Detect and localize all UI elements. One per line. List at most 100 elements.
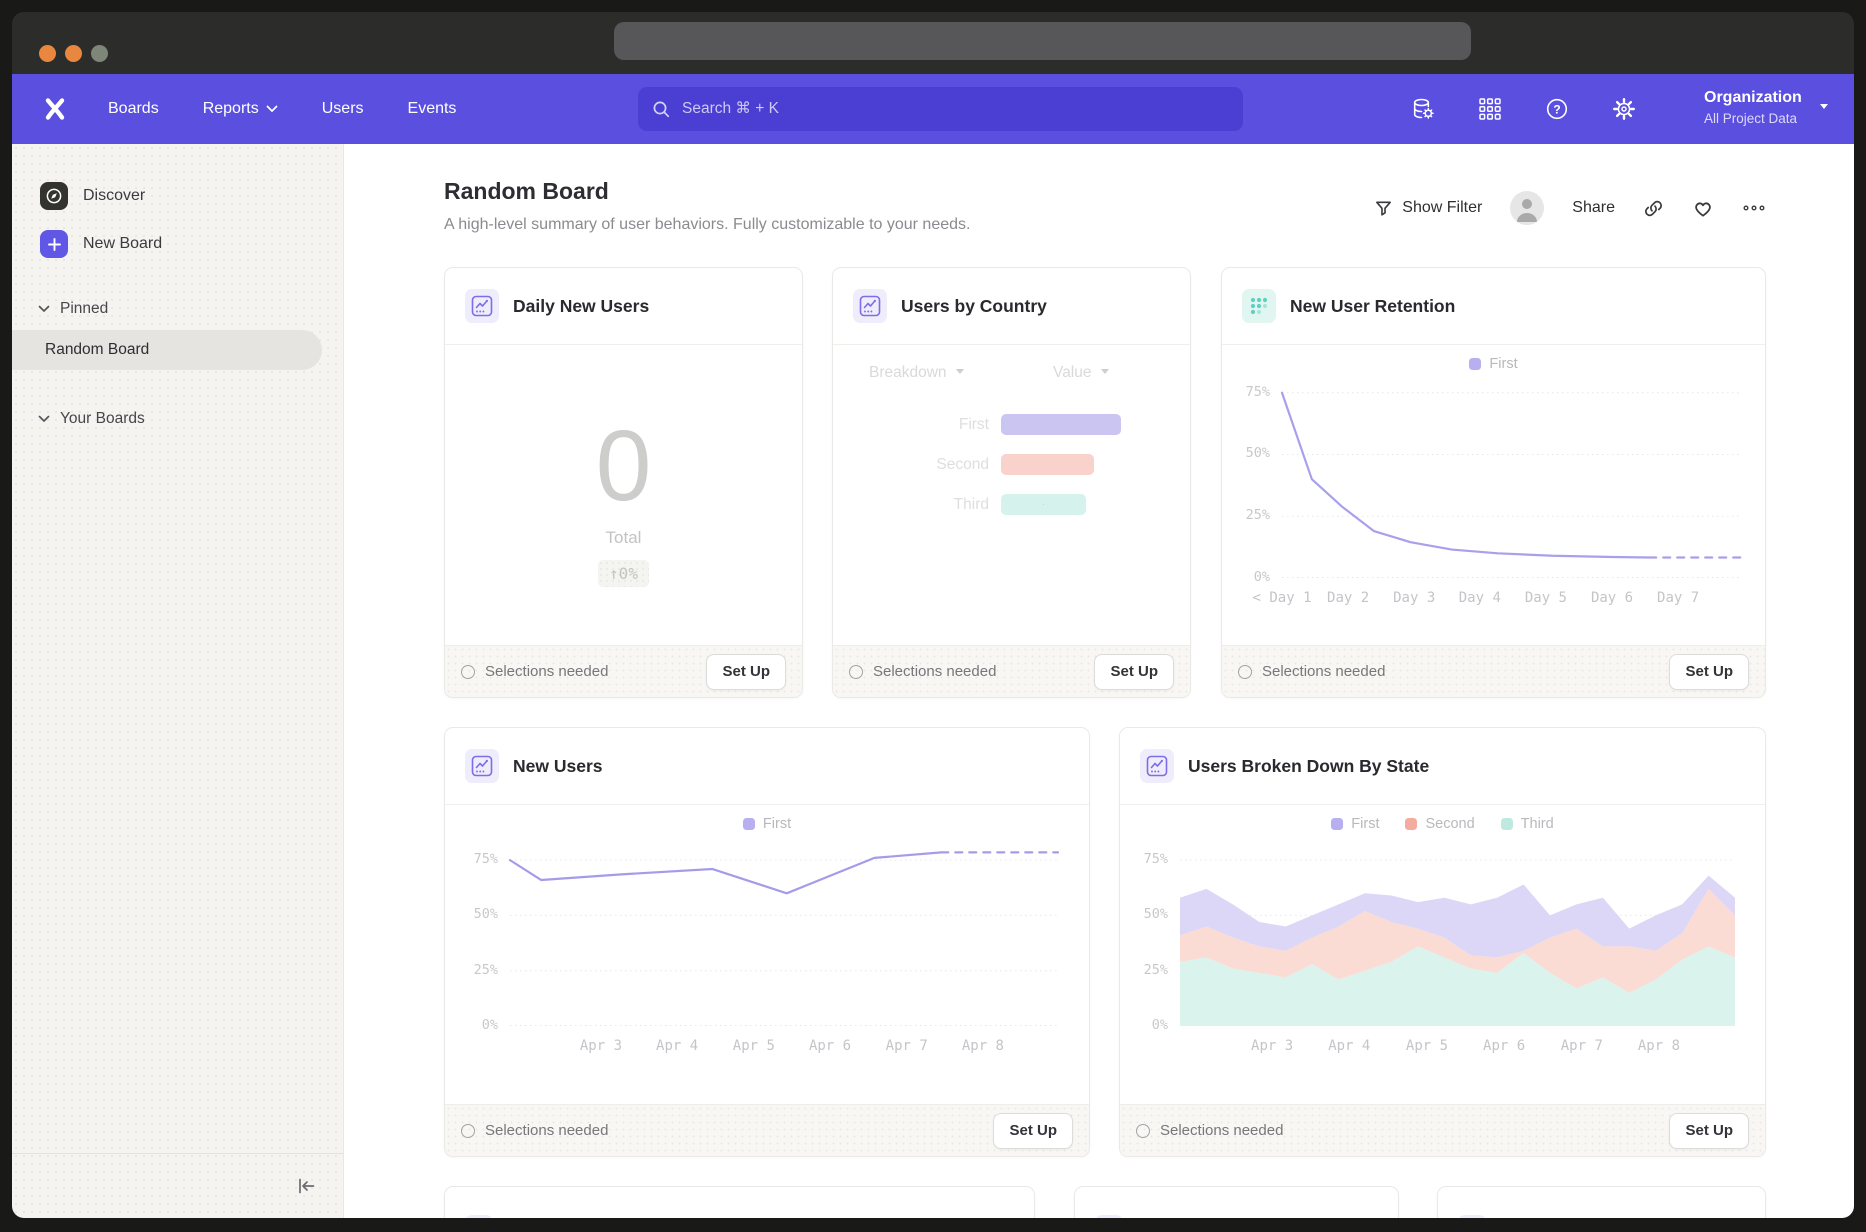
sidebar-item-discover[interactable]: Discover [40, 182, 145, 210]
sidebar-section-your-boards[interactable]: Your Boards [38, 410, 145, 428]
status-text: Selections needed [485, 663, 608, 680]
ellipsis-icon [1742, 204, 1766, 212]
users-by-state-chart: FirstSecondThird 75%50%25%0%Apr 3Apr 4Ap… [1120, 804, 1765, 1104]
sidebar-item-new-board[interactable]: New Board [40, 230, 162, 258]
setup-button[interactable]: Set Up [1669, 654, 1749, 690]
line-chart-icon [1095, 1215, 1123, 1218]
avatar[interactable] [1510, 191, 1544, 225]
card-active-users: Active Users [1437, 1186, 1766, 1218]
legend-item[interactable]: First [743, 816, 791, 832]
y-axis-tick: 75% [1120, 851, 1168, 867]
status-text: Selections needed [1262, 663, 1385, 680]
bar-segment[interactable] [1001, 414, 1121, 435]
page-subtitle: A high-level summary of user behaviors. … [444, 216, 970, 234]
nav-item-users-label: Users [322, 100, 364, 118]
legend-item[interactable]: Second [1405, 816, 1474, 832]
your-boards-label: Your Boards [60, 410, 145, 428]
chart-legend: First [445, 816, 1089, 832]
url-bar[interactable] [614, 22, 1471, 60]
favorite-button[interactable] [1692, 198, 1714, 218]
top-navbar: Boards Reports Users Events [12, 74, 1854, 144]
bar-segment[interactable] [1001, 454, 1094, 475]
value-dropdown-label: Value [1053, 364, 1092, 382]
org-project: All Project Data [1704, 109, 1802, 128]
x-axis-tick: Apr 4 [656, 1038, 698, 1054]
compass-icon [40, 182, 68, 210]
copy-link-button[interactable] [1643, 198, 1664, 219]
page-title: Random Board [444, 178, 609, 205]
random-board-label: Random Board [45, 341, 149, 359]
x-axis-tick: Apr 7 [1561, 1038, 1603, 1054]
nav-item-events[interactable]: Events [408, 100, 457, 118]
funnel-icon [1374, 199, 1393, 218]
x-axis-tick: Day 6 [1591, 590, 1633, 606]
show-filter-label: Show Filter [1402, 199, 1482, 217]
legend-label: Second [1425, 816, 1474, 832]
card-users-by-country: Users by Country Breakdown Value FirstSe… [832, 267, 1191, 698]
setup-button[interactable]: Set Up [993, 1113, 1073, 1149]
line-chart-icon [465, 1215, 493, 1218]
collapse-sidebar-icon[interactable] [295, 1176, 317, 1196]
data-management-icon[interactable] [1410, 96, 1436, 122]
help-icon[interactable]: ? [1544, 96, 1570, 122]
legend-swatch-icon [1405, 818, 1417, 830]
nav-item-boards[interactable]: Boards [108, 100, 159, 118]
sidebar-section-pinned[interactable]: Pinned [38, 300, 108, 318]
window-minimize-button[interactable] [65, 45, 82, 62]
breakdown-dropdown[interactable]: Breakdown [869, 364, 964, 382]
x-axis-tick: Apr 5 [733, 1038, 775, 1054]
value-dropdown[interactable]: Value [1053, 364, 1109, 382]
pinned-label: Pinned [60, 300, 108, 318]
status-text: Selections needed [485, 1122, 608, 1139]
window-zoom-button[interactable] [91, 45, 108, 62]
plus-icon [40, 230, 68, 258]
show-filter-button[interactable]: Show Filter [1374, 199, 1482, 218]
legend-label: Third [1521, 816, 1554, 832]
sidebar-item-random-board[interactable]: Random Board [12, 330, 322, 370]
card-new-users: New Users First 75%50%25%0%Apr 3Apr 4Apr… [444, 727, 1090, 1157]
chevron-down-icon [38, 415, 50, 423]
status-circle-icon [849, 665, 863, 679]
org-switcher[interactable]: Organization All Project Data [1704, 87, 1802, 128]
legend-item[interactable]: First [1331, 816, 1379, 832]
breakdown-dropdown-label: Breakdown [869, 364, 947, 382]
x-axis-tick: Apr 7 [886, 1038, 928, 1054]
card-title: Users Broken Down By State [1188, 756, 1429, 777]
mixpanel-logo-icon[interactable] [42, 96, 68, 122]
app-window: Boards Reports Users Events [12, 12, 1854, 1218]
nav-item-reports[interactable]: Reports [203, 100, 278, 118]
apps-grid-icon[interactable] [1477, 96, 1503, 122]
x-axis-tick: Apr 3 [1251, 1038, 1293, 1054]
retention-chart: First 75%50%25%0%< Day 1Day 2Day 3Day 4D… [1222, 344, 1765, 645]
y-axis-tick: 0% [445, 1017, 498, 1033]
nav-item-boards-label: Boards [108, 100, 159, 118]
nav-item-events-label: Events [408, 100, 457, 118]
bar-label: Third [833, 496, 989, 514]
y-axis-tick: 25% [1222, 507, 1270, 523]
y-axis-tick: 50% [1222, 445, 1270, 461]
x-axis-tick: Day 5 [1525, 590, 1567, 606]
card-title: New User Retention [1290, 296, 1455, 317]
status-circle-icon [1238, 665, 1252, 679]
y-axis-tick: 0% [1222, 569, 1270, 585]
setup-button[interactable]: Set Up [1094, 654, 1174, 690]
x-axis-tick: Apr 6 [1483, 1038, 1525, 1054]
legend-item[interactable]: Third [1501, 816, 1554, 832]
search-input[interactable] [680, 99, 1229, 119]
caret-down-icon [1101, 369, 1109, 378]
bar-segment[interactable] [1001, 494, 1086, 515]
nav-item-reports-label: Reports [203, 100, 259, 118]
card-title: Daily New Users [513, 296, 649, 317]
nav-item-users[interactable]: Users [322, 100, 364, 118]
setup-button[interactable]: Set Up [1669, 1113, 1749, 1149]
status-circle-icon [461, 665, 475, 679]
settings-gear-icon[interactable] [1611, 96, 1637, 122]
window-close-button[interactable] [39, 45, 56, 62]
more-options-button[interactable] [1742, 204, 1766, 212]
card-footer: Selections needed Set Up [833, 645, 1190, 697]
users_by_state-plot [1180, 838, 1735, 1026]
share-button[interactable]: Share [1572, 199, 1615, 217]
x-axis-tick: Day 2 [1327, 590, 1369, 606]
global-search[interactable] [638, 87, 1243, 131]
setup-button[interactable]: Set Up [706, 654, 786, 690]
